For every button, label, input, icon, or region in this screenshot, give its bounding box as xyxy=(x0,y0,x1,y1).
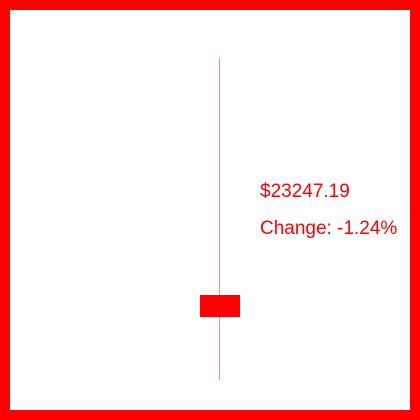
ticker-card: $23247.19 Change: -1.24% xyxy=(0,0,420,420)
change-label: Change: -1.24% xyxy=(260,218,398,239)
candlestick-body xyxy=(200,295,240,317)
candlestick-wick xyxy=(219,58,220,380)
price-label: $23247.19 xyxy=(260,181,350,202)
